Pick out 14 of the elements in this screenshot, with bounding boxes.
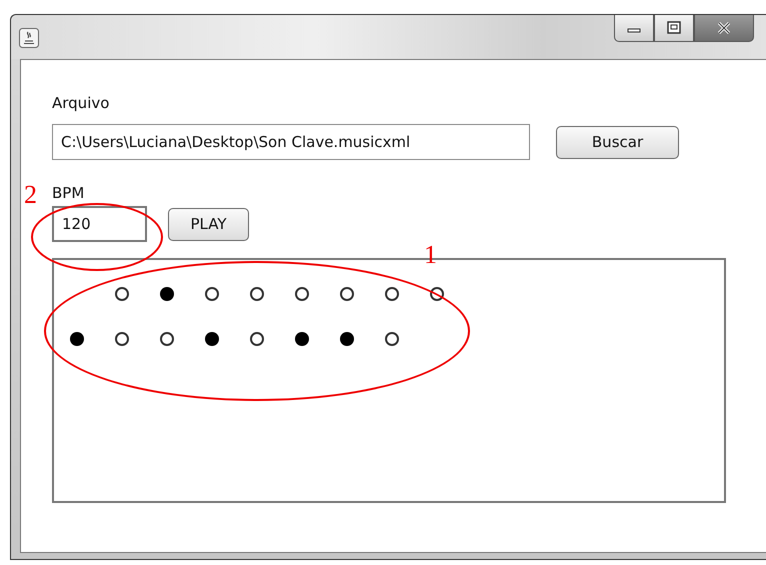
- maximize-button[interactable]: [654, 15, 694, 42]
- browse-button[interactable]: Buscar: [556, 126, 679, 158]
- file-path-field[interactable]: C:\Users\Luciana\Desktop\Son Clave.musicxml: [52, 124, 530, 160]
- bpm-field[interactable]: 120: [52, 206, 147, 242]
- file-label: Arquivo: [52, 94, 110, 112]
- annotation-number: 1: [424, 240, 437, 270]
- annotation-number: 2: [24, 180, 37, 210]
- java-cup-icon: [19, 28, 39, 48]
- maximize-icon: [666, 21, 682, 35]
- bpm-label: BPM: [52, 184, 86, 202]
- play-button[interactable]: PLAY: [168, 208, 249, 240]
- close-icon: [715, 21, 733, 35]
- minimize-button[interactable]: [614, 15, 654, 42]
- close-button[interactable]: [694, 15, 754, 42]
